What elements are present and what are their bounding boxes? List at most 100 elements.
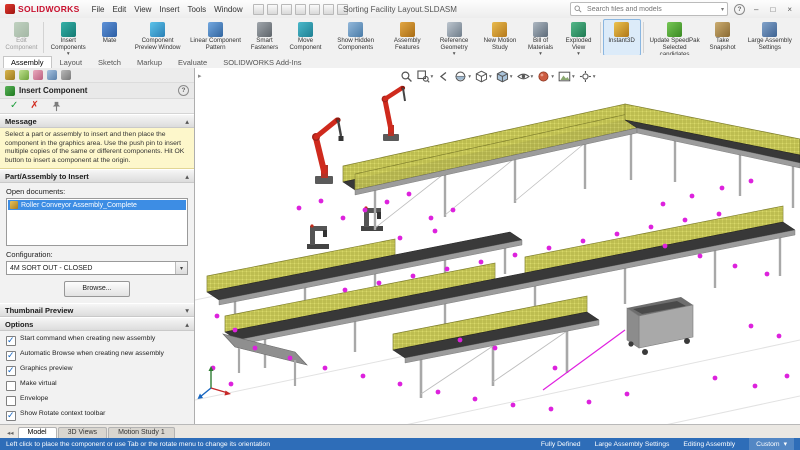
help-icon[interactable]: ? <box>734 3 746 15</box>
option-row[interactable]: Show Rotate context toolbar <box>0 408 194 423</box>
inspection-machine[interactable] <box>307 224 329 249</box>
ribbon-button-reference-geometry[interactable]: Reference Geometry ▾ <box>430 19 479 56</box>
edit-appearance-icon[interactable]: ▾ <box>537 70 554 83</box>
mate-reference-points[interactable] <box>210 178 790 412</box>
ribbon-button-smart-fasteners[interactable]: Smart Fasteners <box>245 19 285 56</box>
pm-help-icon[interactable]: ? <box>178 85 189 96</box>
conveyor-top-right[interactable] <box>624 103 800 208</box>
undo-icon[interactable] <box>308 3 320 15</box>
collapse-chevron-icon[interactable]: ▴ <box>185 320 189 329</box>
checkbox-envelope[interactable] <box>6 396 16 407</box>
assembly-3d-viewport[interactable] <box>195 68 800 425</box>
option-row[interactable]: Start command when creating new assembly <box>0 333 194 348</box>
collapse-chevron-icon[interactable]: ▴ <box>185 117 189 126</box>
option-row[interactable]: Make virtual <box>0 378 194 393</box>
display-manager-tab-icon[interactable] <box>61 70 71 80</box>
section-view-icon[interactable]: ▾ <box>454 70 471 83</box>
zoom-to-area-icon[interactable]: ▾ <box>416 70 433 83</box>
new-document-icon[interactable] <box>252 3 264 15</box>
combo-arrow-icon[interactable]: ▾ <box>175 262 187 275</box>
configuration-manager-tab-icon[interactable] <box>33 70 43 80</box>
ribbon-button-linear-component-pattern[interactable]: Linear Component Pattern <box>187 19 245 56</box>
ribbon-button-insert-components[interactable]: Insert Components ▾ <box>46 19 91 56</box>
ribbon-button-new-motion-study[interactable]: New Motion Study <box>478 19 521 56</box>
option-row[interactable]: Graphics preview <box>0 363 194 378</box>
feature-manager-tab-icon[interactable] <box>5 70 15 80</box>
ribbon-button-show-hidden-components[interactable]: Show Hidden Components <box>327 19 385 56</box>
tab-solidworks-add-ins[interactable]: SOLIDWORKS Add-Ins <box>215 56 309 68</box>
tab-3d-views[interactable]: 3D Views <box>57 427 108 438</box>
open-icon[interactable] <box>266 3 278 15</box>
ribbon-button-instant3d[interactable]: Instant3D <box>602 19 641 56</box>
print-icon[interactable] <box>294 3 306 15</box>
search-box[interactable]: ▾ <box>570 2 729 16</box>
dimxpert-manager-tab-icon[interactable] <box>47 70 57 80</box>
collapse-chevron-icon[interactable]: ▾ <box>185 306 189 315</box>
keep-visible-pin-icon[interactable] <box>51 101 62 112</box>
menu-window[interactable]: Window <box>210 5 246 14</box>
ribbon-button-assembly-features[interactable]: Assembly Features <box>385 19 430 56</box>
rebuild-icon[interactable] <box>322 3 334 15</box>
thumbnail-preview-section-header[interactable]: Thumbnail Preview ▾ <box>0 303 194 318</box>
menu-edit[interactable]: Edit <box>108 5 130 14</box>
open-documents-list[interactable]: Roller Conveyor Assembly_Complete <box>6 198 188 247</box>
menu-view[interactable]: View <box>130 5 155 14</box>
ribbon-button-bill-of-materials[interactable]: Bill of Materials ▾ <box>522 19 560 56</box>
units-dropdown[interactable]: Custom ▾ <box>749 438 794 450</box>
tab-markup[interactable]: Markup <box>129 56 170 68</box>
ribbon-button-update-speedpak[interactable]: Update SpeedPak Selected candidates <box>646 19 704 58</box>
checkbox-start-command[interactable] <box>6 335 16 347</box>
hide-show-items-icon[interactable]: ▾ <box>516 70 533 83</box>
property-manager-tab-icon[interactable] <box>19 70 29 80</box>
tab-assembly[interactable]: Assembly <box>3 56 52 68</box>
option-row[interactable]: Automatic Browse when creating new assem… <box>0 348 194 363</box>
menu-file[interactable]: File <box>88 5 109 14</box>
browse-button[interactable]: Browse... <box>64 281 130 298</box>
checkbox-automatic-browse[interactable] <box>6 350 16 362</box>
display-style-icon[interactable]: ▾ <box>496 70 513 83</box>
ok-button[interactable]: ✓ <box>10 101 18 111</box>
tub-cart[interactable] <box>626 297 694 355</box>
part-assembly-section-header[interactable]: Part/Assembly to Insert ▴ <box>0 169 194 184</box>
search-scope-dropdown-icon[interactable]: ▾ <box>721 6 724 13</box>
checkbox-graphics-preview[interactable] <box>6 365 16 377</box>
robot-arm[interactable] <box>381 85 406 141</box>
ribbon-button-mate[interactable]: Mate <box>91 19 129 56</box>
close-button[interactable]: × <box>784 5 795 14</box>
minimize-button[interactable]: – <box>751 5 761 14</box>
feature-tree-flyout-icon[interactable]: ▸ <box>198 72 202 80</box>
message-section-header[interactable]: Message ▴ <box>0 114 194 128</box>
option-row[interactable]: Envelope <box>0 393 194 408</box>
view-settings-icon[interactable]: ▾ <box>579 70 596 83</box>
configuration-dropdown[interactable]: 4M SORT OUT - CLOSED ▾ <box>6 261 188 276</box>
collapse-chevron-icon[interactable]: ▴ <box>185 172 189 181</box>
ribbon-button-move-component[interactable]: Move Component <box>284 19 326 56</box>
save-icon[interactable] <box>280 3 292 15</box>
tab-motion-study-1[interactable]: Motion Study 1 <box>108 427 175 438</box>
menu-insert[interactable]: Insert <box>155 5 183 14</box>
ribbon-button-exploded-view[interactable]: Exploded View ▾ <box>560 19 598 56</box>
ribbon-button-take-snapshot[interactable]: Take Snapshot <box>704 19 742 56</box>
document-list-item[interactable]: Roller Conveyor Assembly_Complete <box>8 200 186 211</box>
tab-scroll-icons[interactable]: ◂◂ <box>3 429 18 438</box>
options-section-header[interactable]: Options ▴ <box>0 317 194 332</box>
cancel-button[interactable]: ✗ <box>30 101 38 111</box>
tab-sketch[interactable]: Sketch <box>90 56 129 68</box>
robot-arm[interactable] <box>312 117 344 184</box>
checkbox-make-virtual[interactable] <box>6 381 16 392</box>
ribbon-button-large-assembly-settings[interactable]: Large Assembly Settings <box>742 19 798 56</box>
view-orientation-icon[interactable]: ▾ <box>475 70 492 83</box>
graphics-area[interactable]: ▸ ▾ ▾ ▾ ▾ ▾ ▾ ▾ ▾ <box>195 68 800 425</box>
apply-scene-icon[interactable]: ▾ <box>558 70 575 83</box>
previous-view-icon[interactable] <box>437 70 450 83</box>
tab-layout[interactable]: Layout <box>52 56 91 68</box>
maximize-button[interactable]: □ <box>767 5 778 14</box>
checkbox-show-rotate-toolbar[interactable] <box>6 410 16 422</box>
search-input[interactable] <box>585 4 719 14</box>
tab-evaluate[interactable]: Evaluate <box>170 56 215 68</box>
tab-model[interactable]: Model <box>17 427 57 438</box>
zoom-to-fit-icon[interactable] <box>399 70 412 83</box>
menu-tools[interactable]: Tools <box>183 5 210 14</box>
ribbon-button-component-preview-window[interactable]: Component Preview Window <box>129 19 187 56</box>
ribbon-button-edit-component[interactable]: Edit Component <box>2 19 41 56</box>
